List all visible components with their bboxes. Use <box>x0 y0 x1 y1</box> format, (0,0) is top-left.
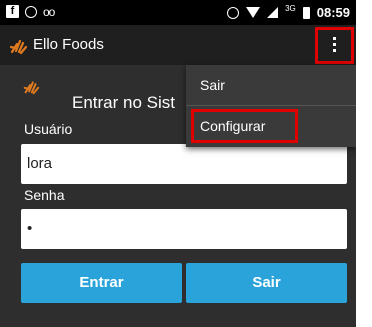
username-field[interactable]: lora <box>21 144 347 184</box>
status-time: 08:59 <box>316 5 350 20</box>
exit-button[interactable]: Sair <box>186 263 347 303</box>
app-title: Ello Foods <box>33 36 104 53</box>
hand-logo-icon <box>9 39 28 55</box>
username-label: Usuário <box>24 121 73 137</box>
hand-logo-icon <box>23 81 40 95</box>
signal-icon <box>267 7 279 18</box>
menu-item-configurar[interactable]: Configurar <box>186 106 356 146</box>
highlight-box <box>191 109 298 143</box>
login-button[interactable]: Entrar <box>21 263 182 303</box>
more-vert-icon <box>333 37 337 55</box>
battery-icon <box>302 6 310 19</box>
status-bar: f oo 3G 08:59 <box>0 0 356 25</box>
action-bar: Ello Foods <box>0 25 356 65</box>
password-field[interactable]: • <box>21 209 347 249</box>
voicemail-icon: oo <box>43 4 55 19</box>
form-title: Entrar no Sist <box>72 93 175 112</box>
password-label: Senha <box>24 187 65 203</box>
whatsapp-icon <box>25 5 37 18</box>
alarm-icon <box>227 6 240 19</box>
network-type: 3G <box>285 4 296 13</box>
status-right: 3G 08:59 <box>227 4 350 20</box>
wifi-icon <box>246 7 261 18</box>
facebook-icon: f <box>6 5 19 18</box>
status-left: f oo <box>6 4 55 19</box>
app-screen: f oo 3G 08:59 Ello Foods Entrar no Sist … <box>0 0 356 327</box>
overflow-menu-button[interactable] <box>315 27 354 64</box>
screenshot-margin <box>356 0 372 327</box>
menu-item-sair[interactable]: Sair <box>186 65 356 105</box>
overflow-popup-menu: Sair Configurar <box>186 65 356 147</box>
